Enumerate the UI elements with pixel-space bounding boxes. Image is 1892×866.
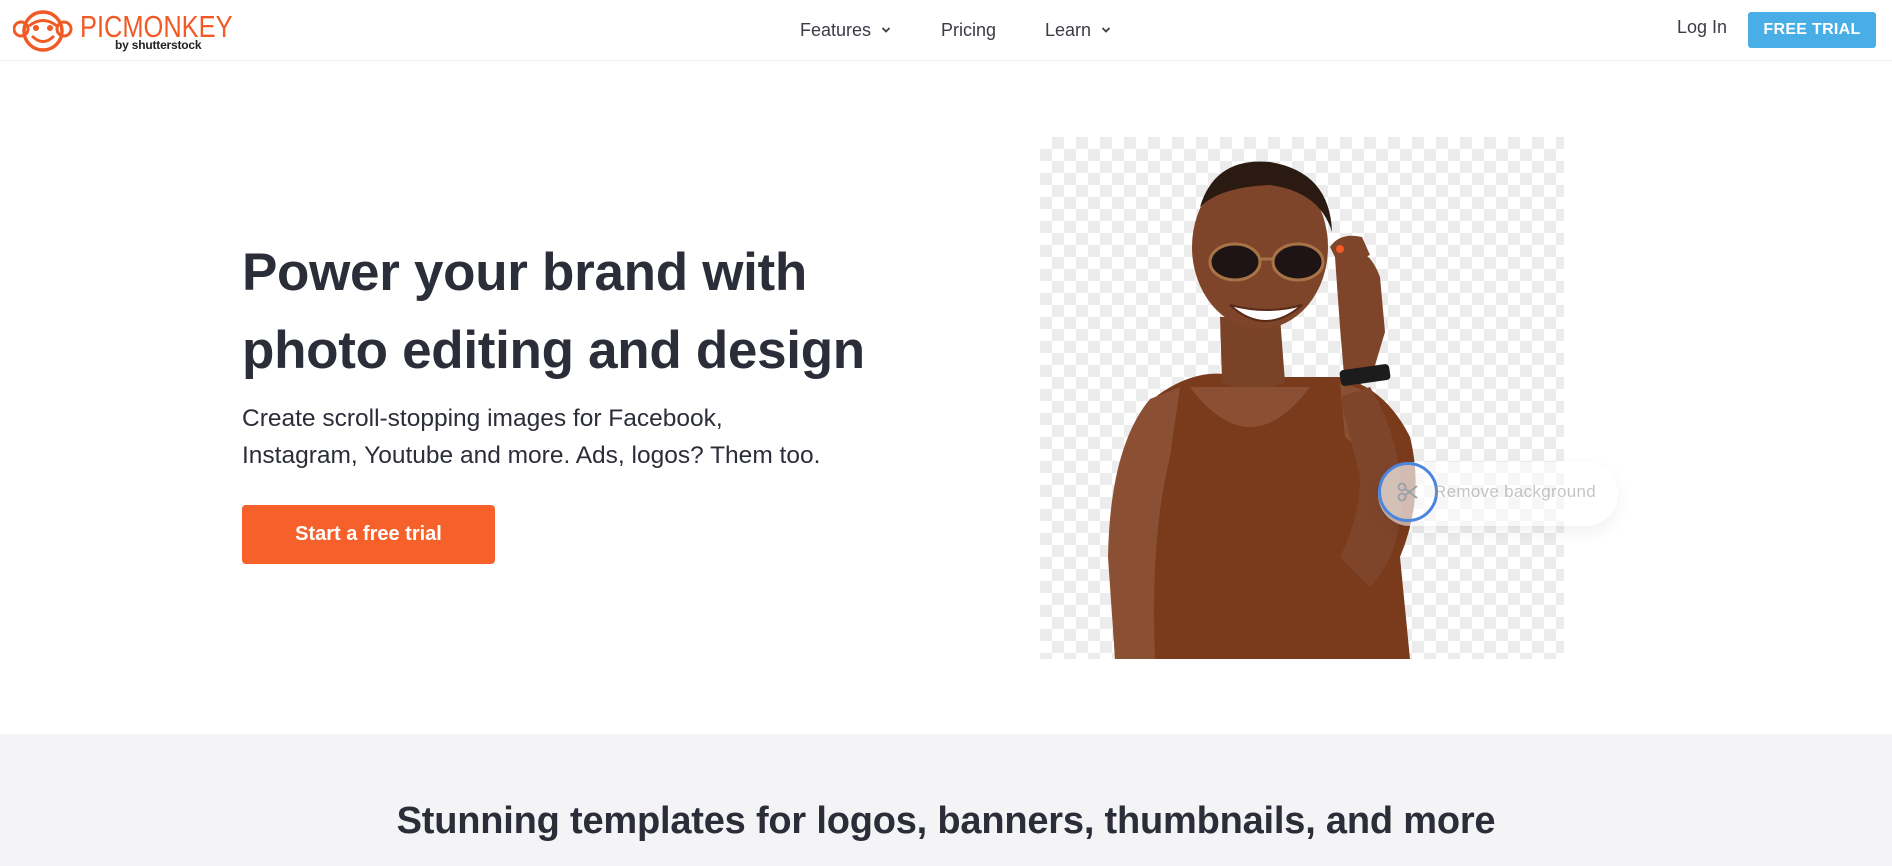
nav-learn[interactable]: Learn [1045,0,1111,60]
nav-learn-label: Learn [1045,19,1092,40]
free-trial-button[interactable]: FREE TRIAL [1748,12,1876,48]
hero-photo [1040,137,1564,659]
picmonkey-logo[interactable]: PICMONKEY by shutterstock [13,7,233,55]
hero-subtitle-line-1: Create scroll-stopping images for Facebo… [242,405,723,432]
templates-section-title: Stunning templates for logos, banners, t… [396,800,1496,842]
nav-pricing[interactable]: Pricing [941,0,996,60]
chevron-down-icon [1101,27,1111,33]
woman-with-sunglasses-illustration [1108,161,1416,659]
nav-features[interactable]: Features [800,0,891,60]
hero-subtitle: Create scroll-stopping images for Facebo… [242,400,862,474]
monkey-logo-icon [13,10,73,52]
logo-byline: by shutterstock [115,38,202,52]
hero-title: Power your brand with photo editing and … [242,234,882,390]
login-link[interactable]: Log In [1677,17,1727,38]
remove-background-label: Remove background [1434,482,1596,501]
hero-title-line-2: photo editing and design [242,321,865,380]
hero-title-line-1: Power your brand with [242,243,807,302]
start-free-trial-button[interactable]: Start a free trial [242,505,495,564]
remove-background-button[interactable] [1378,462,1438,522]
nav-pricing-label: Pricing [941,19,997,40]
scissors-icon [1397,482,1418,502]
chevron-down-icon [881,27,891,33]
nav-features-label: Features [800,19,872,40]
hero-subtitle-line-2: Instagram, Youtube and more. Ads, logos?… [242,442,821,469]
site-header: PICMONKEY by shutterstock Features Prici… [0,0,1892,61]
